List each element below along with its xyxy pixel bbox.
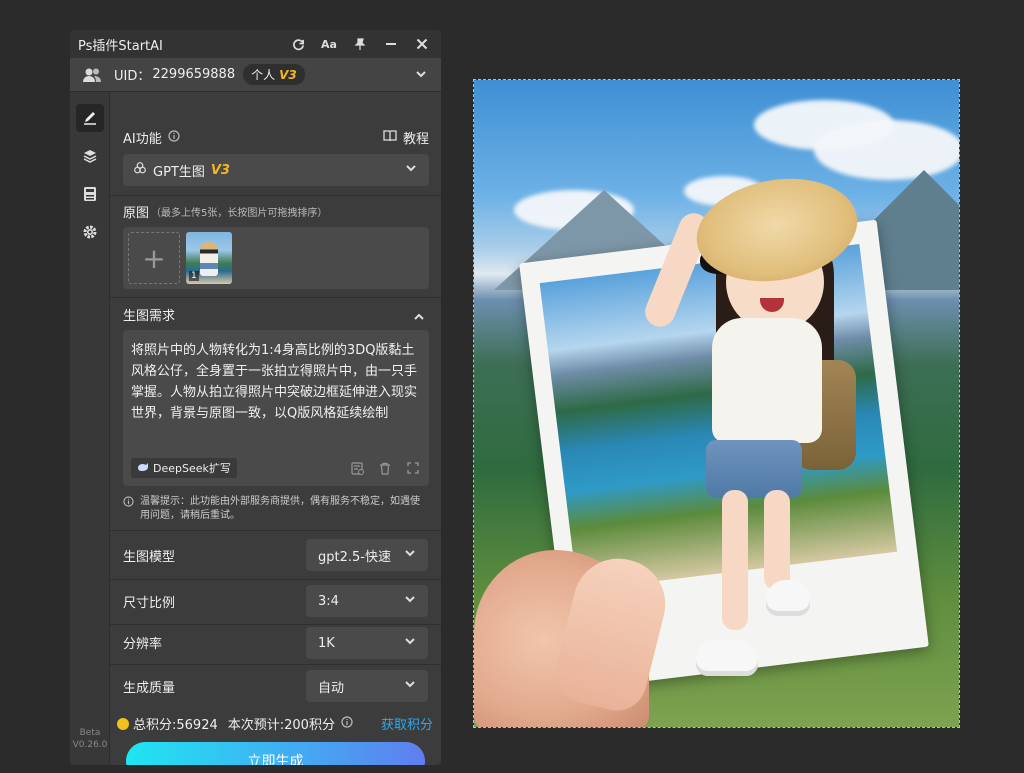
tutorial-link[interactable]: 教程 — [383, 128, 429, 147]
chevron-down-icon — [404, 593, 416, 609]
refresh-icon[interactable] — [286, 32, 310, 56]
gpt-icon — [133, 161, 147, 179]
add-image-button[interactable]: + — [128, 232, 180, 284]
info-icon — [123, 496, 134, 523]
upload-area: + 1 — [123, 227, 429, 289]
layers-icon[interactable] — [76, 142, 104, 170]
plan-name: 个人 — [251, 68, 276, 82]
ratio-select[interactable]: 3:4 — [306, 585, 428, 617]
minimize-icon[interactable] — [379, 32, 403, 56]
divider — [110, 664, 441, 665]
plan-badge: 个人 V3 — [243, 64, 305, 85]
divider — [110, 195, 441, 196]
uid-value: 2299659888 — [152, 67, 236, 82]
chevron-down-icon[interactable] — [415, 65, 427, 84]
requirement-heading: 生图需求 — [123, 309, 176, 324]
version-label: Beta V0.26.0 — [72, 728, 108, 750]
whale-icon — [137, 462, 149, 475]
user-bar[interactable]: UID： 2299659888 个人 V3 — [70, 58, 441, 92]
window-title: Ps插件StartAI — [78, 38, 163, 54]
generate-button[interactable]: 立即生成 — [126, 742, 425, 765]
font-icon[interactable]: Aa — [317, 32, 341, 56]
ratio-label: 尺寸比例 — [123, 596, 176, 611]
ai-function-select[interactable]: GPT生图 V3 — [123, 154, 429, 186]
sidebar: Beta V0.26.0 — [70, 92, 110, 765]
resolution-select[interactable]: 1K — [306, 627, 428, 659]
divider — [110, 530, 441, 531]
plan-version: V3 — [279, 67, 297, 82]
quality-select[interactable]: 自动 — [306, 670, 428, 702]
history-icon[interactable] — [349, 460, 365, 476]
points-summary: 总积分:56924 本次预计:200积分 — [117, 714, 353, 733]
pin-icon[interactable] — [348, 32, 372, 56]
image-thumbnail[interactable]: 1 — [186, 232, 232, 284]
gear-icon[interactable] — [76, 218, 104, 246]
close-icon[interactable] — [410, 32, 434, 56]
fullscreen-icon[interactable] — [405, 460, 421, 476]
chevron-down-icon — [404, 635, 416, 651]
info-icon[interactable] — [168, 129, 180, 146]
users-icon — [80, 65, 104, 85]
chevron-up-icon[interactable] — [413, 308, 425, 327]
prompt-textarea[interactable]: 将照片中的人物转化为1:4身高比例的3DQ版黏土风格公仔，全身置于一张拍立得照片… — [123, 330, 429, 486]
model-select[interactable]: gpt2.5-快速 — [306, 539, 428, 571]
title-bar: Ps插件StartAI Aa — [70, 30, 441, 58]
info-icon[interactable] — [341, 715, 353, 732]
coin-icon — [117, 717, 129, 730]
pen-icon[interactable] — [76, 104, 104, 132]
deepseek-expand-button[interactable]: DeepSeek扩写 — [131, 458, 237, 478]
model-label: 生图模型 — [123, 550, 176, 565]
get-points-link[interactable]: 获取积分 — [381, 714, 433, 733]
source-image-heading: 原图 （最多上传5张，长按图片可拖拽排序） — [123, 206, 328, 221]
tip-text: 温馨提示：此功能由外部服务商提供，偶有服务不稳定，如遇使用问题，请稍后重试。 — [123, 495, 429, 523]
prompt-text[interactable]: 将照片中的人物转化为1:4身高比例的3DQ版黏土风格公仔，全身置于一张拍立得照片… — [131, 340, 423, 424]
thumbnail-index: 1 — [189, 271, 199, 281]
save-icon[interactable] — [76, 180, 104, 208]
chevron-down-icon — [404, 678, 416, 694]
quality-label: 生成质量 — [123, 681, 176, 696]
resolution-label: 分辨率 — [123, 637, 163, 652]
ai-function-heading: AI功能 — [123, 128, 180, 147]
plugin-panel: Ps插件StartAI Aa UID： 2299659888 个人 V3 Bet… — [70, 30, 441, 765]
divider — [110, 579, 441, 580]
trash-icon[interactable] — [377, 460, 393, 476]
chevron-down-icon — [404, 547, 416, 563]
canvas-image[interactable] — [473, 79, 960, 728]
book-icon — [383, 129, 397, 146]
scene-image — [474, 80, 959, 727]
divider — [110, 624, 441, 625]
main-content: AI功能 教程 GPT生图 V3 原图 （最多上传5张，长按图片可拖拽排序） +… — [110, 92, 441, 765]
divider — [110, 297, 441, 298]
chevron-down-icon — [405, 162, 417, 178]
uid-label: UID： — [114, 69, 151, 84]
